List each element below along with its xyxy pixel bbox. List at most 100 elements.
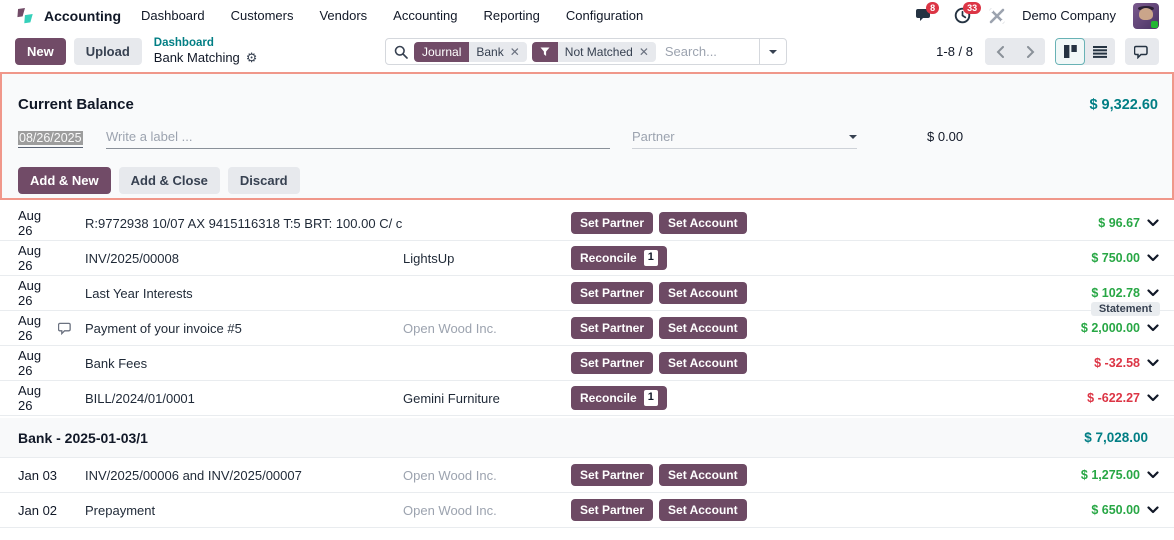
transaction-list: Aug 26 R:9772938 10/07 AX 9415116318 T:5… <box>0 206 1174 528</box>
set-account-button[interactable]: Set Account <box>659 282 747 304</box>
new-transaction-form: 08/26/2025 Write a label ... Partner $ 0… <box>2 129 1172 155</box>
new-button[interactable]: New <box>15 38 66 65</box>
partner-field[interactable]: Partner <box>632 129 857 149</box>
set-partner-button[interactable]: Set Partner <box>571 464 653 486</box>
current-balance-amount: $ 9,322.60 <box>1089 97 1158 113</box>
add-new-button[interactable]: Add & New <box>18 167 111 194</box>
row-partner: Open Wood Inc. <box>403 321 571 336</box>
add-close-button[interactable]: Add & Close <box>119 167 220 194</box>
view-switcher <box>1055 38 1115 65</box>
pager-next-button[interactable] <box>1015 38 1045 65</box>
row-amount: $ 1,275.00 <box>1030 468 1140 482</box>
menu-item-dashboard[interactable]: Dashboard <box>141 8 205 23</box>
set-account-button[interactable]: Set Account <box>659 212 747 234</box>
set-account-button[interactable]: Set Account <box>659 499 747 521</box>
odoo-accounting-logo-icon[interactable] <box>15 5 36 26</box>
chatter-toggle-button[interactable] <box>1125 38 1159 65</box>
row-label: R:9772938 10/07 AX 9415116318 T:5 BRT: 1… <box>85 216 403 231</box>
set-partner-button[interactable]: Set Partner <box>571 499 653 521</box>
row-label: Prepayment <box>85 503 403 518</box>
transaction-row[interactable]: Aug 26 Payment of your invoice #5 Open W… <box>0 311 1174 346</box>
transaction-row[interactable]: Aug 26 Bank Fees Set PartnerSet Account … <box>0 346 1174 381</box>
list-view-button[interactable] <box>1085 38 1115 65</box>
row-expand-button[interactable] <box>1140 324 1166 332</box>
discard-button[interactable]: Discard <box>228 167 300 194</box>
current-balance-title: Current Balance <box>18 96 134 113</box>
search-input[interactable]: Search... <box>665 44 759 59</box>
row-amount: $ 102.78 <box>1030 286 1140 300</box>
row-label: INV/2025/00006 and INV/2025/00007 <box>85 468 403 483</box>
filter-funnel-icon <box>540 47 550 57</box>
pager-previous-button[interactable] <box>985 38 1015 65</box>
transaction-row[interactable]: Aug 26 Last Year Interests Set PartnerSe… <box>0 276 1174 311</box>
transaction-row[interactable]: Jan 02 Prepayment Open Wood Inc. Set Par… <box>0 493 1174 528</box>
row-expand-button[interactable] <box>1140 506 1166 514</box>
app-name[interactable]: Accounting <box>44 8 121 24</box>
row-date: Aug 26 <box>18 348 58 378</box>
facet-category: Journal <box>414 42 469 62</box>
kanban-view-button[interactable] <box>1055 38 1085 65</box>
row-label: Bank Fees <box>85 356 403 371</box>
facet-remove-icon[interactable]: ✕ <box>510 45 520 59</box>
breadcrumb-dashboard-link[interactable]: Dashboard <box>154 37 258 50</box>
current-balance-card: Current Balance $ 9,322.60 08/26/2025 Wr… <box>0 72 1174 200</box>
set-partner-button[interactable]: Set Partner <box>571 352 653 374</box>
developer-tools-icon[interactable] <box>989 8 1005 24</box>
search-bar[interactable]: Journal Bank ✕ Not Matched ✕ Search... <box>385 38 787 65</box>
label-field[interactable]: Write a label ... <box>106 129 610 149</box>
gear-icon[interactable]: ⚙ <box>246 51 258 66</box>
menu-item-customers[interactable]: Customers <box>231 8 294 23</box>
facet-value: Bank <box>476 45 503 59</box>
row-date: Jan 02 <box>18 503 58 518</box>
row-amount: $ -622.27 <box>1030 391 1140 405</box>
row-label: BILL/2024/01/0001 <box>85 391 403 406</box>
reconcile-button[interactable]: Reconcile1 <box>571 386 667 409</box>
search-options-toggle[interactable] <box>759 39 786 64</box>
pager-buttons <box>985 38 1045 65</box>
search-icon <box>394 45 408 59</box>
set-account-button[interactable]: Set Account <box>659 464 747 486</box>
messages-button[interactable]: 8 <box>915 6 935 26</box>
reconcile-button[interactable]: Reconcile1 <box>571 246 667 269</box>
row-actions: Set Partner Set Account <box>571 352 1030 374</box>
set-account-button[interactable]: Set Account <box>659 352 747 374</box>
set-account-button[interactable]: Set Account <box>659 317 747 339</box>
transaction-row[interactable]: Jan 03 INV/2025/00006 and INV/2025/00007… <box>0 458 1174 493</box>
row-expand-button[interactable] <box>1140 471 1166 479</box>
row-amount: $ 650.00 <box>1030 503 1140 517</box>
chevron-down-icon <box>1147 324 1159 332</box>
set-partner-button[interactable]: Set Partner <box>571 282 653 304</box>
company-name[interactable]: Demo Company <box>1022 8 1116 23</box>
transaction-row[interactable]: Aug 26 BILL/2024/01/0001 Gemini Furnitur… <box>0 381 1174 416</box>
statement-section-header[interactable]: Bank - 2025-01-03/1 $ 7,028.00 <box>0 418 1174 458</box>
row-expand-button[interactable] <box>1140 219 1166 227</box>
chevron-left-icon <box>996 46 1005 58</box>
date-field[interactable]: 08/26/2025 <box>18 130 83 148</box>
set-partner-button[interactable]: Set Partner <box>571 317 653 339</box>
transaction-row[interactable]: Aug 26 R:9772938 10/07 AX 9415116318 T:5… <box>0 206 1174 241</box>
row-actions: Set Partner Set Account <box>571 499 1030 521</box>
row-actions: Set Partner Set Account <box>571 317 1030 339</box>
menu-item-reporting[interactable]: Reporting <box>484 8 540 23</box>
amount-field[interactable]: $ 0.00 <box>927 129 963 144</box>
chevron-down-icon <box>1147 394 1159 402</box>
menu-item-configuration[interactable]: Configuration <box>566 8 643 23</box>
set-partner-button[interactable]: Set Partner <box>571 212 653 234</box>
statement-tag: Statement <box>1091 302 1160 316</box>
main-menu: Dashboard Customers Vendors Accounting Repor… <box>141 8 643 23</box>
facet-value: Not Matched <box>565 45 633 59</box>
user-avatar[interactable] <box>1133 3 1159 29</box>
facet-remove-icon[interactable]: ✕ <box>639 45 649 59</box>
row-expand-button[interactable] <box>1140 359 1166 367</box>
transaction-row[interactable]: Aug 26 INV/2025/00008 LightsUp Reconcile… <box>0 241 1174 276</box>
row-expand-button[interactable] <box>1140 254 1166 262</box>
row-amount: $ 750.00 <box>1030 251 1140 265</box>
row-label: Payment of your invoice #5 <box>85 321 403 336</box>
menu-item-accounting[interactable]: Accounting <box>393 8 457 23</box>
row-expand-button[interactable] <box>1140 289 1166 297</box>
activities-badge: 33 <box>963 2 981 15</box>
upload-button[interactable]: Upload <box>74 38 142 65</box>
row-expand-button[interactable] <box>1140 394 1166 402</box>
activities-button[interactable]: 33 <box>952 6 972 26</box>
menu-item-vendors[interactable]: Vendors <box>319 8 367 23</box>
